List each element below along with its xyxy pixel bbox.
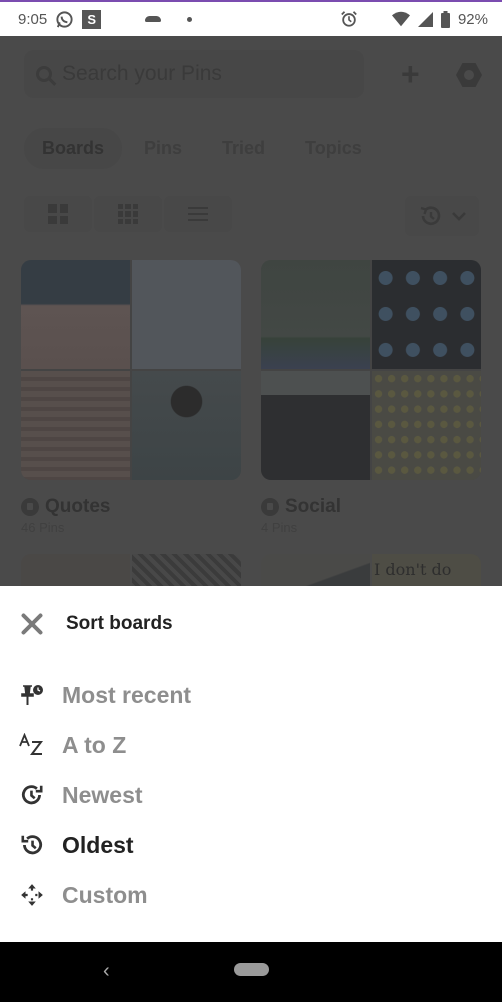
boards-screen: Search your Pins + Boards Pins Tried Top…: [0, 36, 502, 586]
pin-clock-icon: [18, 681, 46, 709]
signal-icon: [417, 11, 433, 27]
cover-image: [372, 260, 481, 369]
close-icon[interactable]: [20, 612, 44, 636]
board-card[interactable]: [21, 554, 241, 586]
back-button[interactable]: ‹: [103, 960, 110, 983]
cover-image: [21, 260, 130, 369]
mustache-icon: [145, 16, 162, 22]
sheet-header: Sort boards: [20, 612, 173, 636]
sort-boards-sheet: Sort boards Most recent A to Z Newest Ol…: [0, 586, 502, 942]
cover-image: [261, 260, 370, 369]
tab-bar: Boards Pins Tried Topics: [24, 128, 384, 169]
plus-icon: +: [401, 56, 420, 92]
sort-option-newest[interactable]: Newest: [18, 770, 191, 820]
board-pin-count: 4 Pins: [261, 520, 298, 535]
history-icon: [420, 206, 441, 225]
lock-icon: [21, 498, 39, 516]
clock-forward-icon: [18, 781, 46, 809]
view-toggle: [24, 196, 234, 232]
s-app-icon: S: [82, 9, 102, 29]
grid-large-icon: [48, 204, 68, 224]
sort-option-label: Newest: [62, 781, 143, 808]
history-icon: [18, 831, 46, 859]
sort-option-label: Custom: [62, 881, 148, 908]
search-icon: [36, 66, 52, 82]
board-cover: [261, 260, 481, 480]
sort-option-custom[interactable]: Custom: [18, 870, 191, 920]
cover-image: [132, 371, 241, 480]
system-nav-bar: ‹: [0, 942, 502, 1002]
board-pin-count: 46 Pins: [21, 520, 65, 535]
a-z-icon: [18, 731, 46, 759]
whatsapp-icon: [56, 10, 73, 28]
board-cover: [21, 260, 241, 480]
sort-option-label: Most recent: [62, 681, 192, 708]
lock-icon: [261, 498, 279, 516]
tab-pins[interactable]: Pins: [126, 128, 200, 169]
cover-image: [132, 554, 241, 586]
board-name: Social: [285, 496, 341, 517]
wifi-icon: [391, 11, 410, 27]
tab-topics[interactable]: Topics: [287, 128, 380, 169]
tab-boards[interactable]: Boards: [24, 128, 123, 169]
board-card[interactable]: Social 4 Pins: [261, 260, 481, 535]
battery-icon: [440, 10, 450, 28]
sheet-title: Sort boards: [66, 613, 173, 634]
sort-option-most-recent[interactable]: Most recent: [18, 670, 191, 720]
tab-tried[interactable]: Tried: [204, 128, 283, 169]
status-bar: 9:05 S 92%: [0, 0, 502, 36]
sort-options: Most recent A to Z Newest Oldest Custom: [18, 670, 191, 920]
status-time: 9:05: [18, 10, 48, 28]
move-arrows-icon: [18, 881, 46, 909]
board-name: Quotes: [45, 496, 111, 517]
sort-option-a-to-z[interactable]: A to Z: [18, 720, 191, 770]
cover-image: [372, 371, 481, 480]
search-input[interactable]: Search your Pins: [24, 50, 364, 98]
view-grid-small-button[interactable]: [94, 196, 162, 232]
chevron-down-icon: [452, 212, 466, 221]
cover-image: [132, 260, 241, 369]
sort-option-label: A to Z: [62, 731, 127, 758]
board-card[interactable]: Quotes 46 Pins: [21, 260, 241, 535]
alarm-icon: [341, 11, 357, 27]
sort-button[interactable]: [405, 196, 479, 236]
board-title: Social: [261, 496, 481, 518]
grid-small-icon: [118, 204, 138, 224]
cover-image: [261, 554, 370, 586]
board-title: Quotes: [21, 496, 241, 518]
cover-image: [261, 371, 370, 480]
cover-image-text: I don't do: [372, 554, 481, 586]
view-grid-large-button[interactable]: [24, 196, 92, 232]
cover-image: [21, 371, 130, 480]
sort-option-label: Oldest: [62, 831, 134, 858]
cover-image: [21, 554, 130, 586]
battery-percent: 92%: [457, 10, 488, 28]
add-button[interactable]: +: [401, 58, 420, 90]
view-list-button[interactable]: [164, 196, 232, 232]
list-icon: [188, 207, 208, 221]
sort-option-oldest[interactable]: Oldest: [18, 820, 191, 870]
search-placeholder: Search your Pins: [62, 62, 222, 85]
home-pill-button[interactable]: [234, 963, 269, 976]
dot-icon: [187, 16, 193, 22]
board-card[interactable]: I don't do: [261, 554, 481, 586]
settings-button[interactable]: [456, 63, 482, 87]
